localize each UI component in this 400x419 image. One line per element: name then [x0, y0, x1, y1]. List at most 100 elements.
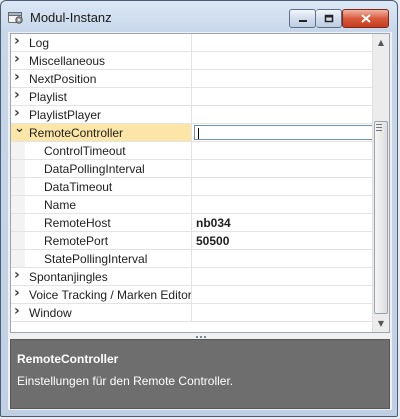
property-value-cell[interactable]: 50500 — [192, 232, 373, 249]
property-row[interactable]: RemotePort 50500 — [11, 232, 373, 250]
collapsed-arrow-icon[interactable]: › — [14, 88, 20, 103]
property-row[interactable]: DataPollingInterval — [11, 160, 373, 178]
scroll-thumb[interactable] — [374, 121, 388, 314]
collapsed-arrow-icon[interactable]: › — [14, 286, 20, 301]
help-description: Einstellungen für den Remote Controller. — [17, 374, 234, 388]
text-caret — [198, 128, 199, 139]
property-name-cell[interactable]: › Spontanjingles — [11, 268, 192, 285]
property-label: RemoteHost — [44, 216, 111, 230]
property-label: RemotePort — [44, 234, 109, 248]
property-name-cell[interactable]: RemoteHost — [11, 214, 192, 231]
property-grid[interactable]: › Log › Miscellaneous › NextPosition › Playlist… — [10, 33, 390, 333]
property-value-cell[interactable] — [192, 160, 373, 177]
category-row[interactable]: › NextPosition — [11, 70, 373, 88]
property-value: 50500 — [196, 234, 230, 248]
property-name-cell[interactable]: DataTimeout — [11, 178, 192, 195]
vertical-scrollbar[interactable]: ▲ ▼ — [372, 34, 389, 332]
category-row[interactable]: › Spontanjingles — [11, 268, 373, 286]
property-value-cell[interactable] — [192, 70, 373, 87]
maximize-button[interactable] — [316, 9, 342, 28]
property-value-cell[interactable] — [192, 304, 373, 321]
minimize-icon — [290, 10, 315, 27]
property-value-cell[interactable] — [192, 250, 373, 267]
collapsed-arrow-icon[interactable]: › — [14, 52, 20, 67]
property-label: Log — [29, 36, 50, 50]
property-name-cell[interactable]: › PlaylistPlayer — [11, 106, 192, 123]
property-name-cell[interactable]: › Playlist — [11, 88, 192, 105]
property-value-cell[interactable] — [192, 142, 373, 159]
property-name-cell[interactable]: StatePollingInterval — [11, 250, 192, 267]
arrow-up-icon: ▲ — [377, 38, 385, 47]
arrow-down-icon: ▼ — [377, 319, 385, 328]
help-panel: RemoteController Einstellungen für den R… — [10, 339, 390, 409]
property-value-cell[interactable] — [192, 88, 373, 105]
collapsed-arrow-icon[interactable]: › — [14, 106, 20, 121]
property-label: PlaylistPlayer — [29, 108, 102, 122]
property-rows: › Log › Miscellaneous › NextPosition › Playlist… — [11, 34, 373, 322]
property-label: Miscellaneous — [29, 54, 106, 68]
property-row[interactable]: ControlTimeout — [11, 142, 373, 160]
property-value-cell[interactable] — [192, 34, 373, 51]
property-row[interactable]: RemoteHost nb034 — [11, 214, 373, 232]
category-row[interactable]: ⌄ RemoteController — [11, 124, 373, 142]
property-label: Playlist — [29, 90, 68, 104]
property-label: Window — [29, 306, 72, 320]
property-value-cell[interactable] — [192, 178, 373, 195]
category-row[interactable]: › Playlist — [11, 88, 373, 106]
property-name-cell[interactable]: RemotePort — [11, 232, 192, 249]
property-value-cell[interactable] — [192, 106, 373, 123]
property-name-cell[interactable]: › NextPosition — [11, 70, 192, 87]
property-name-cell[interactable]: Name — [11, 196, 192, 213]
property-name-cell[interactable]: ⌄ RemoteController — [11, 124, 192, 141]
property-name-cell[interactable]: ControlTimeout — [11, 142, 192, 159]
property-name-cell[interactable]: › Miscellaneous — [11, 52, 192, 69]
collapsed-arrow-icon[interactable]: › — [14, 70, 20, 85]
grip-icon — [376, 124, 382, 131]
property-label: StatePollingInterval — [44, 252, 148, 266]
property-value-cell[interactable]: nb034 — [192, 214, 373, 231]
property-label: ControlTimeout — [44, 144, 126, 158]
property-label: Name — [44, 198, 77, 212]
property-name-cell[interactable]: › Log — [11, 34, 192, 51]
property-value-cell[interactable] — [192, 196, 373, 213]
modul-instanz-window: Modul-Instanz › Log › Miscellaneous › NextPos… — [0, 0, 398, 417]
collapsed-arrow-icon[interactable]: › — [14, 304, 20, 319]
property-row[interactable]: DataTimeout — [11, 178, 373, 196]
property-label: NextPosition — [29, 72, 97, 86]
scroll-down-button[interactable]: ▼ — [373, 315, 389, 332]
category-row[interactable]: › PlaylistPlayer — [11, 106, 373, 124]
property-name-cell[interactable]: DataPollingInterval — [11, 160, 192, 177]
category-row[interactable]: › Voice Tracking / Marken Editor — [11, 286, 373, 304]
collapsed-arrow-icon[interactable]: › — [14, 34, 20, 49]
collapsed-arrow-icon[interactable]: › — [14, 268, 20, 283]
property-label: DataPollingInterval — [44, 162, 145, 176]
scroll-up-button[interactable]: ▲ — [373, 34, 389, 51]
property-value-cell[interactable] — [192, 52, 373, 69]
expanded-arrow-icon[interactable]: ⌄ — [14, 124, 25, 136]
close-button[interactable] — [342, 9, 389, 28]
property-label: DataTimeout — [44, 180, 113, 194]
property-row[interactable]: StatePollingInterval — [11, 250, 373, 268]
category-row[interactable]: › Log — [11, 34, 373, 52]
window-title: Modul-Instanz — [30, 10, 112, 25]
property-label: Spontanjingles — [29, 270, 108, 284]
property-value-cell[interactable] — [192, 286, 373, 303]
property-value-cell[interactable] — [192, 124, 373, 141]
category-row[interactable]: › Miscellaneous — [11, 52, 373, 70]
property-name-cell[interactable]: › Voice Tracking / Marken Editor — [11, 286, 192, 303]
client-area: › Log › Miscellaneous › NextPosition › Playlist… — [8, 32, 392, 410]
close-icon — [343, 10, 388, 27]
property-name-cell[interactable]: › Window — [11, 304, 192, 321]
property-value: nb034 — [196, 216, 231, 230]
help-title: RemoteController — [17, 352, 119, 366]
value-editor-input[interactable] — [194, 125, 373, 140]
title-bar[interactable]: Modul-Instanz — [1, 1, 397, 33]
property-value-cell[interactable] — [192, 268, 373, 285]
minimize-button[interactable] — [289, 9, 316, 28]
property-label: Voice Tracking / Marken Editor — [29, 288, 192, 302]
maximize-icon — [316, 10, 341, 27]
property-row[interactable]: Name — [11, 196, 373, 214]
property-label: RemoteController — [29, 126, 124, 140]
category-row[interactable]: › Window — [11, 304, 373, 322]
gear-icon — [8, 12, 23, 24]
